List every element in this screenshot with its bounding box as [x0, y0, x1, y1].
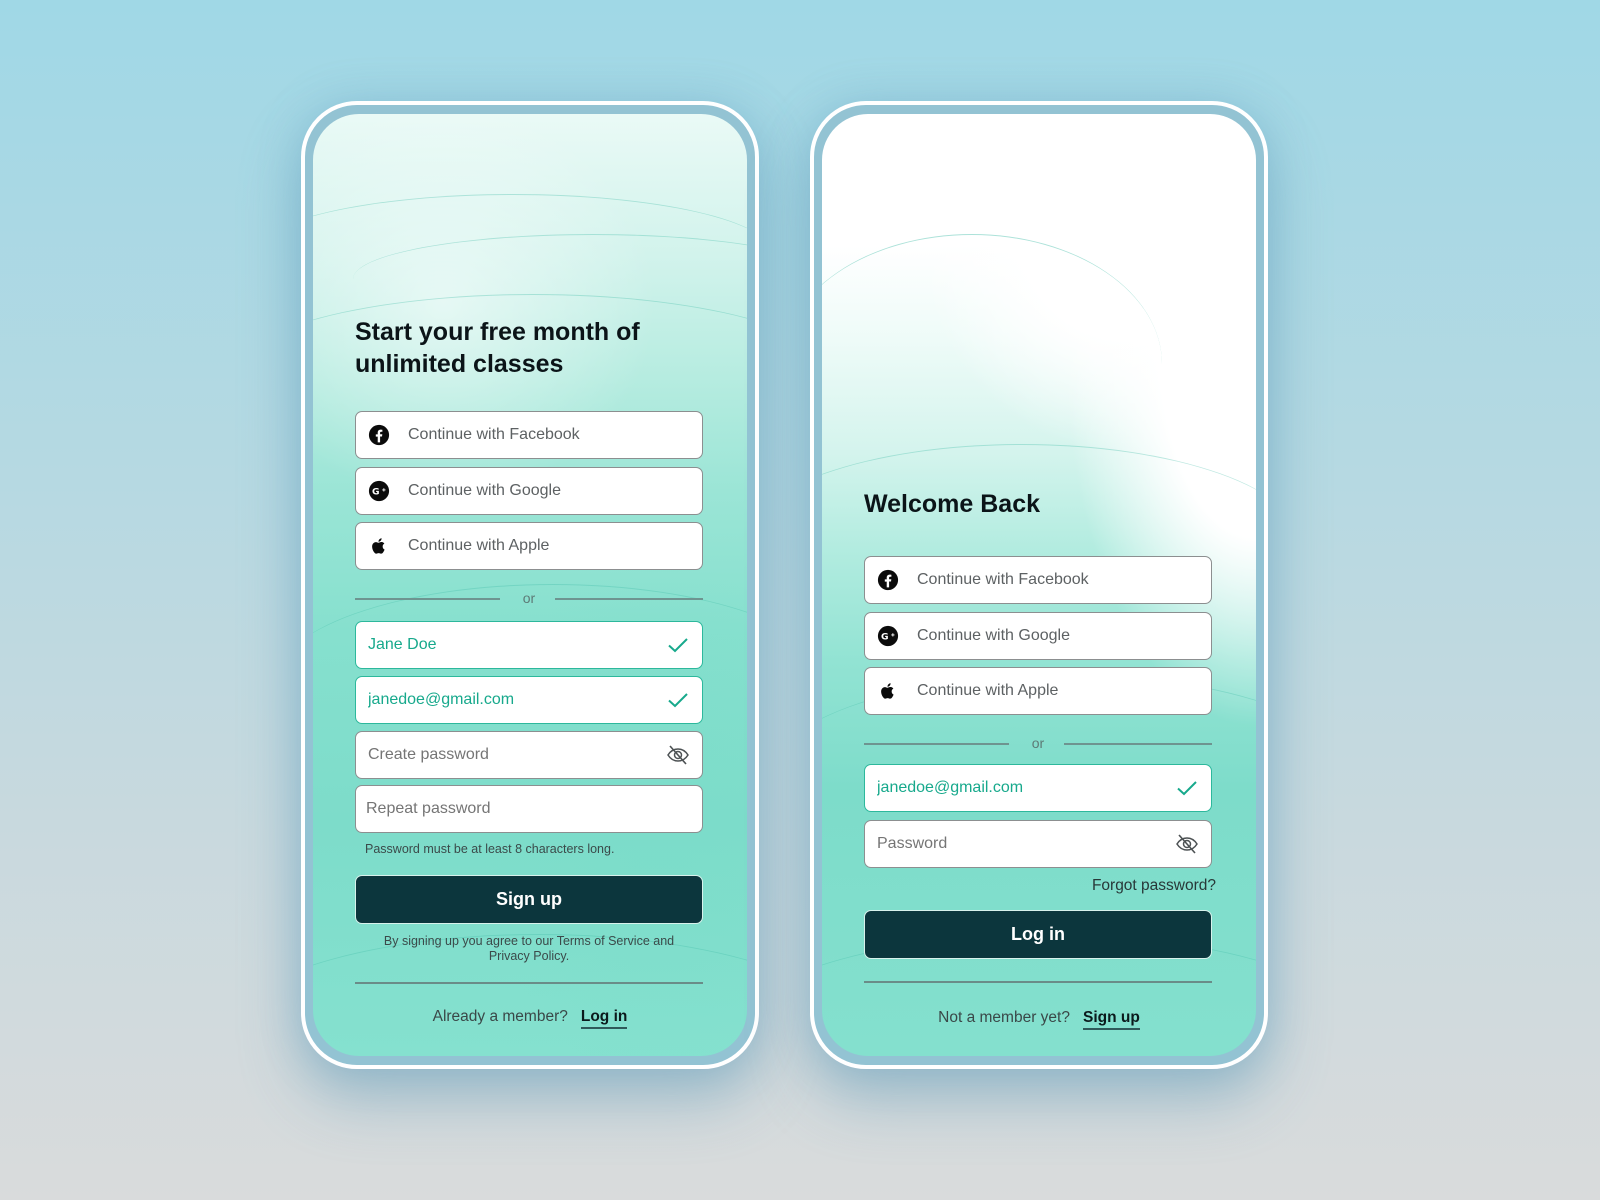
title-line-1: Start your free month of	[355, 318, 640, 346]
login-phone: Welcome Back Continue with Facebook G Co…	[810, 101, 1268, 1069]
continue-facebook-button[interactable]: Continue with Facebook	[355, 411, 703, 459]
sign-up-button[interactable]: Sign up	[355, 875, 703, 924]
continue-apple-button[interactable]: Continue with Apple	[355, 522, 703, 570]
login-screen: Welcome Back Continue with Facebook G Co…	[822, 114, 1256, 1056]
continue-facebook-button[interactable]: Continue with Facebook	[864, 556, 1212, 604]
password-field[interactable]	[864, 820, 1212, 868]
page-title: Start your free month of unlimited class…	[355, 316, 640, 380]
or-divider: or	[864, 733, 1212, 753]
page-title: Welcome Back	[864, 490, 1041, 518]
email-input[interactable]	[368, 691, 666, 709]
log-in-button[interactable]: Log in	[864, 910, 1212, 959]
svg-text:G: G	[881, 632, 889, 643]
divider-line	[1064, 743, 1212, 745]
marble-vein	[822, 234, 1162, 494]
google-plus-icon: G	[877, 625, 899, 647]
eye-off-icon[interactable]	[666, 743, 690, 767]
google-plus-icon: G	[368, 480, 390, 502]
terms-text: By signing up you agree to our Terms of …	[355, 934, 703, 964]
marble-vein	[313, 194, 747, 314]
signup-phone: Start your free month of unlimited class…	[301, 101, 759, 1069]
footer-divider	[864, 981, 1212, 983]
create-password-field[interactable]	[355, 731, 703, 779]
continue-google-button[interactable]: G Continue with Google	[864, 612, 1212, 660]
name-input[interactable]	[368, 636, 666, 654]
terms-line-1: By signing up you agree to our Terms of …	[383, 934, 675, 948]
password-input[interactable]	[877, 835, 1175, 853]
apple-icon	[368, 535, 390, 557]
continue-google-button[interactable]: G Continue with Google	[355, 467, 703, 515]
footer-divider	[355, 982, 703, 984]
apple-icon	[877, 680, 899, 702]
login-footer: Not a member yet? Sign up	[822, 1009, 1256, 1030]
already-member-text: Already a member?	[432, 1008, 568, 1025]
eye-off-icon[interactable]	[1175, 832, 1199, 856]
name-field[interactable]	[355, 621, 703, 669]
password-hint: Password must be at least 8 characters l…	[365, 842, 615, 856]
svg-text:G: G	[372, 487, 380, 498]
repeat-password-field[interactable]	[355, 785, 703, 833]
not-member-text: Not a member yet?	[938, 1009, 1070, 1026]
continue-google-label: Continue with Google	[917, 627, 1070, 644]
terms-line-2: Privacy Policy.	[488, 949, 570, 963]
facebook-icon	[877, 569, 899, 591]
email-input[interactable]	[877, 779, 1175, 797]
marble-vein	[353, 234, 747, 324]
check-icon	[666, 688, 690, 712]
continue-apple-label: Continue with Apple	[408, 537, 550, 554]
repeat-password-input[interactable]	[366, 800, 690, 818]
signup-footer: Already a member? Log in	[313, 1008, 747, 1029]
forgot-password-link[interactable]: Forgot password?	[1092, 877, 1216, 895]
facebook-icon	[368, 424, 390, 446]
email-field[interactable]	[864, 764, 1212, 812]
check-icon	[666, 633, 690, 657]
continue-apple-label: Continue with Apple	[917, 682, 1059, 699]
continue-google-label: Continue with Google	[408, 482, 561, 499]
log-in-link[interactable]: Log in	[580, 1008, 628, 1029]
or-divider: or	[355, 588, 703, 608]
email-field[interactable]	[355, 676, 703, 724]
check-icon	[1175, 776, 1199, 800]
create-password-input[interactable]	[368, 746, 666, 764]
continue-facebook-label: Continue with Facebook	[917, 571, 1089, 588]
divider-line	[555, 598, 703, 600]
signup-screen: Start your free month of unlimited class…	[313, 114, 747, 1056]
title-line-2: unlimited classes	[355, 350, 564, 378]
continue-apple-button[interactable]: Continue with Apple	[864, 667, 1212, 715]
continue-facebook-label: Continue with Facebook	[408, 426, 580, 443]
sign-up-link[interactable]: Sign up	[1082, 1009, 1140, 1030]
